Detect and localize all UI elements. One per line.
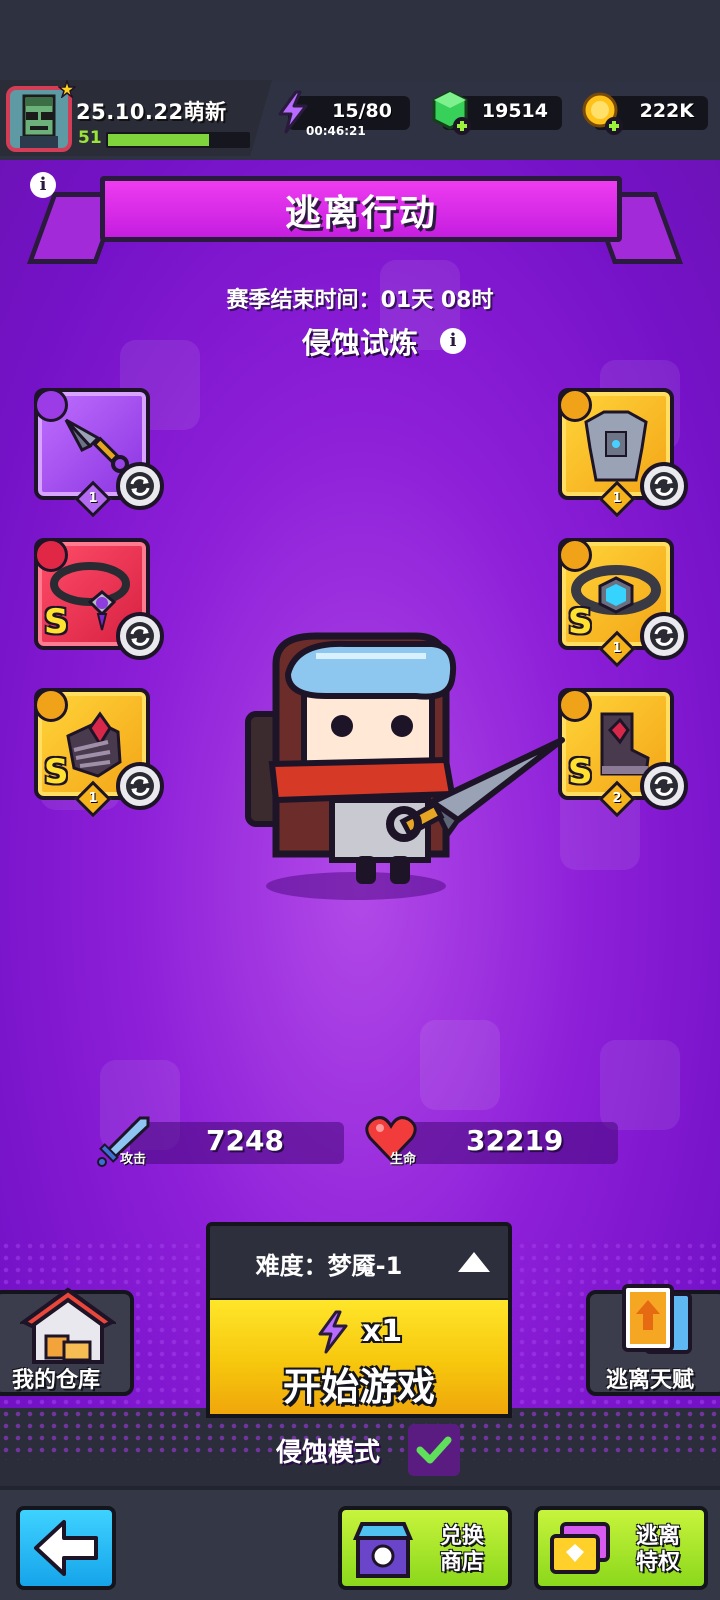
escape-privilege-label: 逃离 特权 xyxy=(635,1524,680,1575)
swap-icon xyxy=(130,626,150,646)
xp-bar xyxy=(106,132,250,148)
coin-value: 222K xyxy=(639,100,694,122)
trial-title: 侵蚀试炼 xyxy=(0,320,720,362)
star-badge-icon xyxy=(56,78,78,100)
chevron-up-icon[interactable] xyxy=(456,1250,492,1280)
privilege-card-icon xyxy=(550,1522,610,1574)
necklace-swap-button[interactable] xyxy=(116,612,164,660)
weapon-slot[interactable]: 1 xyxy=(34,388,164,518)
trial-label: 侵蚀试炼 xyxy=(301,326,418,360)
armor-slot[interactable]: 1 xyxy=(558,388,688,518)
info-icon[interactable]: i xyxy=(30,172,56,198)
talent-card-icon xyxy=(616,1282,696,1366)
player-level: 51 xyxy=(78,128,102,148)
escape-privilege-button[interactable]: 逃离 特权 xyxy=(534,1506,708,1590)
attack-value: 7248 xyxy=(206,1124,284,1157)
swap-icon xyxy=(654,776,674,796)
warehouse-label: 我的仓库 xyxy=(12,1368,101,1393)
belt-swap-button[interactable] xyxy=(640,612,688,660)
weapon-swap-button[interactable] xyxy=(116,462,164,510)
checkmark-icon xyxy=(416,1436,452,1464)
swap-icon xyxy=(130,776,150,796)
season-timer-value: 01天 08时 xyxy=(380,288,494,313)
status-bar xyxy=(0,0,720,82)
energy-icon xyxy=(276,90,310,138)
swap-icon xyxy=(654,476,674,496)
swap-icon xyxy=(130,476,150,496)
event-title: 逃离行动 xyxy=(284,193,437,234)
gloves-swap-button[interactable] xyxy=(116,762,164,810)
coin-icon xyxy=(580,90,626,140)
energy-timer: 00:46:21 xyxy=(306,124,366,138)
erosion-mode-label: 侵蚀模式 xyxy=(276,1438,381,1468)
armor-swap-button[interactable] xyxy=(640,462,688,510)
gloves-slot[interactable]: S 1 xyxy=(34,688,164,818)
gem-icon xyxy=(430,90,474,140)
xp-bar-fill xyxy=(108,134,209,146)
gem-value: 19514 xyxy=(481,100,548,122)
energy-value: 15/80 xyxy=(332,100,392,122)
start-game-label: 开始游戏 xyxy=(282,1365,435,1409)
back-arrow-icon xyxy=(34,1520,98,1576)
trial-info-icon[interactable]: i xyxy=(440,328,466,354)
season-timer-label: 赛季结束时间： xyxy=(226,288,381,313)
start-cost: x1 xyxy=(361,1314,403,1349)
necklace-slot[interactable]: S xyxy=(34,538,164,660)
boots-swap-button[interactable] xyxy=(640,762,688,810)
exchange-shop-label: 兑换 商店 xyxy=(439,1524,484,1575)
season-timer: 赛季结束时间：01天 08时 xyxy=(0,282,720,314)
swap-icon xyxy=(654,626,674,646)
attack-label: 攻击 xyxy=(120,1152,147,1167)
hp-value: 32219 xyxy=(466,1124,564,1157)
talent-label: 逃离天赋 xyxy=(606,1368,695,1393)
warehouse-icon xyxy=(17,1286,119,1370)
shop-icon xyxy=(352,1522,414,1578)
back-button[interactable] xyxy=(16,1506,116,1590)
exchange-shop-button[interactable]: 兑换 商店 xyxy=(338,1506,512,1590)
difficulty-label: 难度：梦魇-1 xyxy=(255,1252,403,1280)
hp-label: 生命 xyxy=(390,1152,417,1167)
hero-character xyxy=(236,624,576,918)
gloves-grade: S xyxy=(44,752,69,792)
player-name: 25.10.22萌新 xyxy=(76,100,227,124)
erosion-mode-checkbox[interactable] xyxy=(408,1424,460,1476)
necklace-grade: S xyxy=(44,602,69,642)
avatar-portrait xyxy=(20,94,58,148)
